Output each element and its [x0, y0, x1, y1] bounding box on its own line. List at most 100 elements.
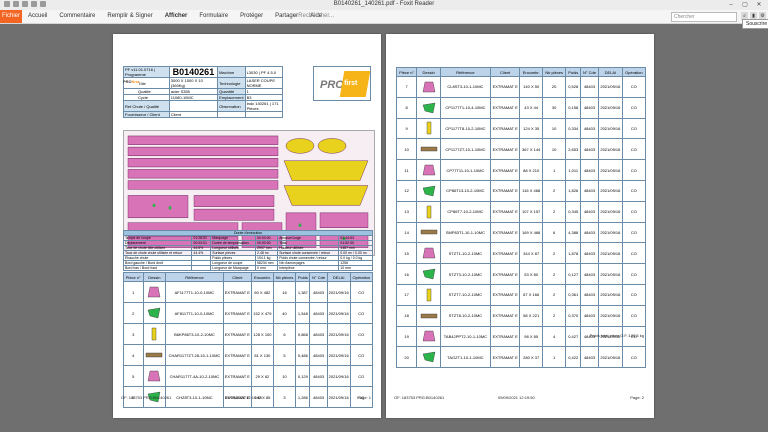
- part-drawing-image: [422, 248, 435, 259]
- total-weight: Poids total pièce O.F.:185.5 kg: [589, 333, 644, 338]
- cell-size: 344 X 87: [519, 242, 543, 265]
- cell-ref: STZT7-10-2-10MC: [439, 283, 491, 306]
- table-row: 7 CL8ST3-10-1-10MC EXTRAMAT E 140 X 50 20 0,5…: [395, 76, 647, 98]
- cell-size: 280 X 37: [519, 346, 543, 369]
- part-drawing-cell: [142, 302, 167, 324]
- tab-remplir-signer[interactable]: Remplir & Signer: [107, 10, 152, 23]
- cell-size: 53 X 80: [519, 263, 543, 285]
- parts-table-page1: Pièce n° Dessin Référence Client Encombr. N…: [123, 272, 374, 408]
- cell-ref: CP86T7-10-2-10MC: [439, 200, 491, 223]
- cell-weight: 1,548: [295, 302, 311, 324]
- cell-size: 88 X 210: [519, 159, 543, 181]
- cell-order: 48403: [580, 200, 599, 223]
- cell-weight: 0,370: [565, 304, 582, 327]
- cell-n: 8: [395, 96, 418, 119]
- cell-date: 2021/09/16: [326, 386, 351, 408]
- table-row: 15 STZT1-10-2-10MC EXTRAMAT E 344 X 87 2 1,87…: [395, 242, 647, 265]
- table-row: 10 CP1177ZT-10-1-10MC EXTRAMAT E 367 X 144 1…: [395, 138, 647, 161]
- cell-ref: CP86T13-10-2-10MC: [439, 179, 491, 202]
- cell-n: 5: [123, 365, 144, 387]
- cell-qty: 6: [272, 323, 297, 345]
- cell-order: 48403: [580, 96, 599, 119]
- table-row: 2 AF8117T1-10-0-10MC EXTRAMAT E 152 X 479 40…: [123, 302, 374, 324]
- cell-order: 48403: [580, 304, 599, 327]
- table-row: 13 CP86T7-10-2-10MC EXTRAMAT E 107 X 157 2 0,…: [395, 200, 647, 223]
- part-drawing-image: [422, 164, 435, 176]
- program-number: B0140261: [168, 66, 219, 78]
- cell-op: CO: [621, 96, 647, 119]
- minimize-icon[interactable]: –: [724, 0, 738, 10]
- tab-afficher[interactable]: Afficher: [165, 10, 188, 23]
- window-title: B0140261_140261.pdf - Foxit Reader: [333, 1, 435, 7]
- close-icon[interactable]: ✕: [752, 0, 766, 10]
- tell-me-field[interactable]: ○ Rechercher...: [293, 10, 334, 23]
- cell-ref: STZT8-10-2-10MC: [439, 304, 491, 327]
- part-drawing-image: [146, 352, 163, 358]
- cell-size: 67 X 166: [519, 283, 543, 306]
- cell-order: 48403: [309, 386, 328, 408]
- cell-order: 48403: [580, 242, 599, 265]
- cell-n: 3: [123, 323, 144, 345]
- cell-weight: 0,868: [295, 323, 311, 345]
- cell-size: 124 X 35: [519, 117, 543, 140]
- part-drawing-image: [422, 102, 435, 113]
- cell-qty: 2: [541, 179, 567, 202]
- table-row: 9 CP1177T8-10-2-10MC EXTRAMAT E 124 X 35 10 0…: [395, 117, 647, 140]
- cell-client: EXTRAMAT E: [222, 344, 253, 366]
- part-drawing-image: [148, 370, 161, 382]
- cell-weight: 0,361: [565, 283, 582, 306]
- cell-date: 2021/09/16: [598, 304, 623, 327]
- tab-commentaire[interactable]: Commentaire: [59, 10, 95, 23]
- cell-qty: 2: [541, 200, 567, 223]
- maximize-icon[interactable]: ▢: [738, 0, 752, 10]
- cell-ref: CHAR1177T-4A-10-2-10MC: [165, 365, 224, 387]
- cell-date: 2021/09/16: [326, 302, 351, 324]
- part-drawing-cell: [416, 179, 441, 202]
- cell-size: 58 X 221: [519, 304, 543, 327]
- part-drawing-image: [422, 331, 435, 342]
- cell-qty: 10: [541, 117, 567, 140]
- cell-size: 140 X 50: [519, 76, 543, 98]
- cell-size: 81 X 130: [251, 344, 274, 366]
- part-drawing-image: [148, 307, 161, 319]
- cell-date: 2021/09/16: [598, 200, 623, 223]
- search-input[interactable]: Chercher: [671, 12, 737, 22]
- part-drawing-cell: [142, 344, 167, 366]
- file-tab[interactable]: Fichier: [0, 10, 22, 23]
- cell-weight: 0,422: [565, 346, 582, 369]
- cell-qty: 1: [541, 346, 567, 369]
- cell-ref: TAGZT1-10-1-10MC: [439, 346, 491, 369]
- cell-date: 2021/09/16: [326, 365, 351, 387]
- pdf-page-1[interactable]: PROfirst PF v11.01.0716 | Programme B014…: [113, 34, 381, 418]
- table-row: 12 CP86T13-10-2-10MC EXTRAMAT E 116 X 468 2 1…: [395, 179, 647, 202]
- cell-date: 2021/09/16: [598, 159, 623, 181]
- cell-date: 2021/09/16: [598, 263, 623, 285]
- part-drawing-cell: [416, 346, 441, 369]
- cell-n: 14: [395, 221, 418, 244]
- cell-order: 48403: [580, 346, 599, 369]
- cell-ref: AF8117T1-10-0-10MC: [165, 302, 224, 324]
- cell-qty: 20: [541, 76, 567, 98]
- cell-op: CO: [349, 365, 374, 387]
- pdf-page-2[interactable]: Pièce n° Dessin Référence Client Encombr. N…: [386, 34, 654, 418]
- cell-client: EXTRAMAT E: [489, 221, 521, 244]
- cell-op: CO: [621, 346, 647, 369]
- profirst-logo: PRO first: [313, 66, 371, 101]
- tab-formulaire[interactable]: Formulaire: [199, 10, 228, 23]
- cell-client: EXTRAMAT E: [489, 346, 521, 369]
- tab-accueil[interactable]: Accueil: [28, 10, 47, 23]
- table-row: 4 CHAR1177ZT-28-15-1-10MC EXTRAMAT E 81 X 1…: [123, 344, 374, 366]
- cell-qty: 6: [541, 221, 567, 244]
- table-row: 17 STZT7-10-2-10MC EXTRAMAT E 67 X 166 2 0,36…: [395, 283, 647, 306]
- cell-n: 10: [395, 138, 418, 161]
- part-drawing-image: [426, 288, 431, 302]
- part-drawing-cell: [142, 365, 167, 387]
- cell-size: 169 X 468: [519, 221, 543, 244]
- cell-date: 2021/09/16: [598, 242, 623, 265]
- cell-weight: 1,878: [565, 242, 582, 265]
- cell-order: 48403: [580, 138, 599, 161]
- tab-proteger[interactable]: Protéger: [240, 10, 263, 23]
- part-drawing-cell: [416, 325, 441, 348]
- part-drawing-cell: [416, 96, 441, 119]
- part-drawing-cell: [416, 138, 441, 161]
